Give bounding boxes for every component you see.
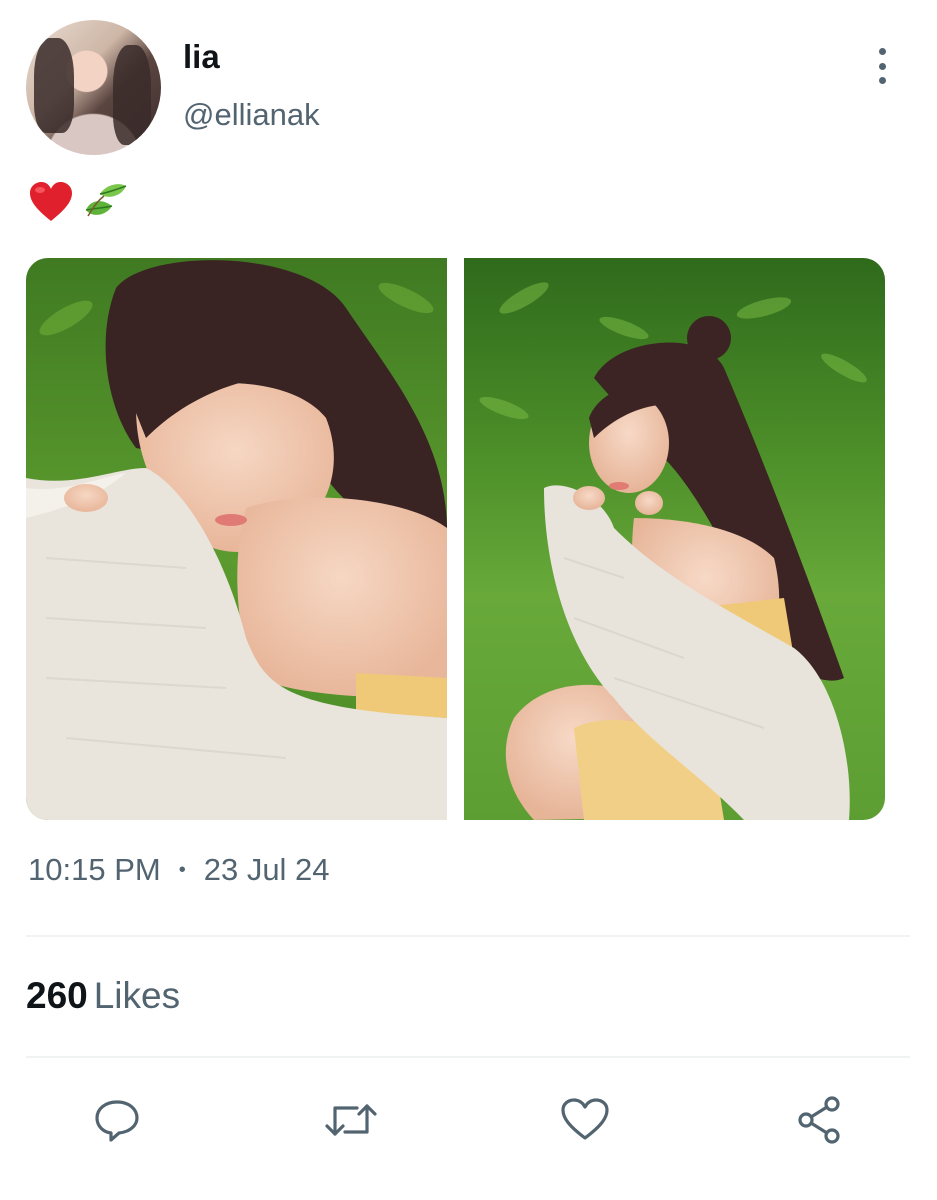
tweet-timestamp[interactable]: 10:15 PM • 23 Jul 24	[28, 852, 330, 888]
tweet-header: lia @ellianak	[0, 0, 937, 170]
divider	[26, 935, 910, 937]
likes-stat[interactable]: 260 Likes	[26, 975, 180, 1017]
like-button[interactable]	[557, 1090, 613, 1150]
tweet-date: 23 Jul 24	[203, 852, 330, 887]
likes-label: Likes	[93, 975, 181, 1016]
like-icon	[561, 1098, 609, 1140]
user-handle[interactable]: @ellianak	[183, 97, 320, 133]
action-bar	[0, 1090, 937, 1150]
heart-emoji-icon	[30, 182, 72, 221]
share-button[interactable]	[792, 1090, 848, 1150]
tweet-media	[26, 258, 885, 820]
retweet-icon	[325, 1104, 377, 1136]
divider	[26, 1056, 910, 1058]
more-options-icon[interactable]	[870, 48, 894, 84]
likes-count: 260	[26, 975, 88, 1016]
retweet-button[interactable]	[323, 1090, 379, 1150]
reply-button[interactable]	[89, 1090, 145, 1150]
reply-icon	[95, 1100, 139, 1142]
tweet-time: 10:15 PM	[28, 852, 161, 887]
share-icon	[798, 1096, 840, 1144]
leaf-emoji-icon	[85, 184, 127, 217]
tweet-text	[28, 178, 128, 228]
avatar[interactable]	[26, 20, 161, 155]
photo-1[interactable]	[26, 258, 447, 820]
meta-separator: •	[178, 858, 186, 881]
display-name[interactable]: lia	[183, 38, 220, 76]
photo-2[interactable]	[464, 258, 885, 820]
